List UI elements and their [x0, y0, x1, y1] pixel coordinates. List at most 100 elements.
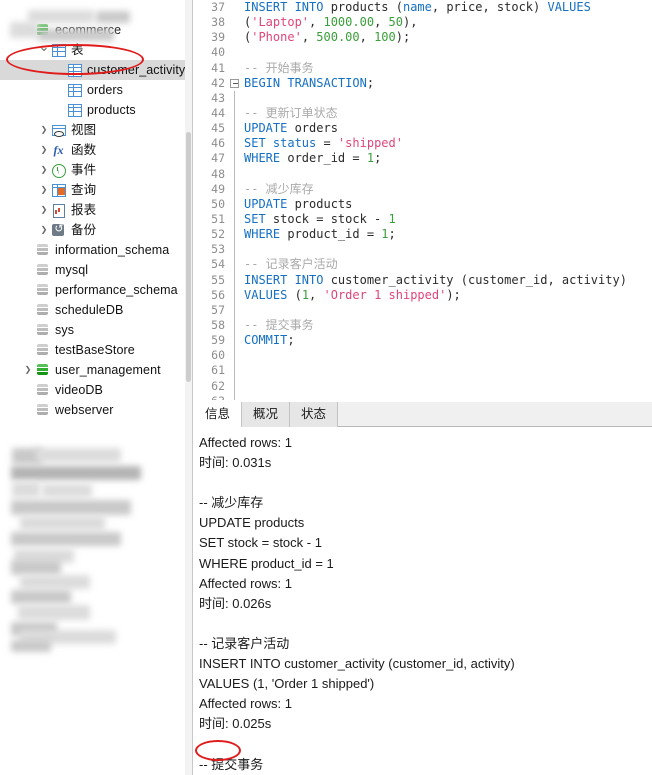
code-line[interactable]: 52 WHERE product_id = 1; [194, 227, 652, 243]
chevron-right-icon[interactable] [38, 200, 50, 220]
code-line[interactable]: 45 UPDATE orders [194, 121, 652, 137]
fold-column[interactable] [230, 287, 240, 303]
tree-scrollbar-thumb[interactable] [186, 132, 191, 382]
fold-column[interactable] [230, 227, 240, 243]
db-gray-icon [34, 242, 51, 258]
code-line[interactable]: 53 [194, 242, 652, 258]
tree-item-reports-folder[interactable]: 报表 [0, 200, 185, 220]
code-line[interactable]: 43 [194, 90, 652, 106]
fold-column[interactable] [230, 211, 240, 228]
chevron-right-icon[interactable] [38, 120, 50, 140]
code-line[interactable]: 63 [194, 393, 652, 400]
code-line[interactable]: 46 SET status = 'shipped' [194, 136, 652, 152]
fold-column[interactable] [230, 317, 240, 334]
code-line[interactable]: 61 [194, 363, 652, 379]
code-line[interactable]: 59 COMMIT; [194, 333, 652, 349]
line-number: 50 [211, 196, 225, 211]
line-number: 51 [211, 211, 225, 226]
fold-column[interactable] [230, 45, 240, 60]
fold-column[interactable] [230, 0, 240, 15]
code-line[interactable]: 56 VALUES (1, 'Order 1 shipped'); [194, 287, 652, 303]
fold-column[interactable] [230, 151, 240, 167]
code-line[interactable]: 51 SET stock = stock - 1 [194, 211, 652, 228]
navicat-window: ecommerce表customer_activityordersproduct… [0, 0, 652, 775]
code-line[interactable]: 49 -- 减少库存 [194, 181, 652, 197]
sql-editor[interactable]: 37 INSERT INTO products (name, price, sto… [194, 0, 652, 400]
code-line[interactable]: 48 [194, 166, 652, 182]
tab-info[interactable]: 信息 [194, 402, 243, 428]
tree-item-functions-folder[interactable]: fx 函数 [0, 140, 185, 160]
fold-column[interactable] [230, 90, 240, 106]
tree-item-db-videodb[interactable]: videoDB [0, 380, 185, 400]
code-line[interactable]: 42 BEGIN TRANSACTION; [194, 76, 652, 91]
tree-item-queries-folder[interactable]: 查询 [0, 180, 185, 200]
tree-scrollbar[interactable] [185, 0, 192, 775]
chevron-right-icon[interactable] [38, 220, 50, 240]
fold-column[interactable] [230, 121, 240, 137]
tree-item-db-information-schema[interactable]: information_schema [0, 240, 185, 260]
fold-column[interactable] [230, 363, 240, 379]
fold-column[interactable] [230, 242, 240, 258]
tree-item-db-webserver[interactable]: webserver [0, 400, 185, 420]
chevron-right-icon[interactable] [38, 160, 50, 180]
code-line[interactable]: 40 [194, 45, 652, 60]
chevron-right-icon[interactable] [38, 180, 50, 200]
redacted-host-label [38, 29, 114, 41]
code-line[interactable]: 58 -- 提交事务 [194, 317, 652, 334]
fold-column[interactable] [230, 136, 240, 152]
tree-item-db-sys[interactable]: sys [0, 320, 185, 340]
code-line[interactable]: 54 -- 记录客户活动 [194, 257, 652, 273]
code-line[interactable]: 37 INSERT INTO products (name, price, sto… [194, 0, 652, 15]
code-line[interactable]: 57 [194, 302, 652, 318]
fold-column[interactable] [230, 378, 240, 394]
chevron-right-icon[interactable] [22, 360, 34, 380]
tree-item-db-mysql[interactable]: mysql [0, 260, 185, 280]
result-tab-strip[interactable]: 信息 概况 状态 [194, 402, 652, 428]
code-line[interactable]: 47 WHERE order_id = 1; [194, 151, 652, 167]
fold-column[interactable] [230, 181, 240, 197]
tree-item-tables-folder[interactable]: 表 [0, 40, 185, 60]
line-number: 63 [194, 394, 228, 400]
chevron-down-icon[interactable] [38, 40, 50, 60]
fold-column[interactable] [230, 76, 240, 91]
fold-column[interactable] [230, 348, 240, 364]
tree-item-db-performance-schema[interactable]: performance_schema [0, 280, 185, 300]
chevron-right-icon[interactable] [38, 140, 50, 160]
code-text: SET status = 'shipped' [244, 136, 403, 151]
tab-status[interactable]: 状态 [290, 402, 339, 427]
fold-collapse-icon[interactable] [230, 78, 239, 88]
fold-column[interactable] [230, 393, 240, 400]
code-line[interactable]: 50 UPDATE products [194, 196, 652, 212]
database-tree[interactable]: ecommerce表customer_activityordersproduct… [0, 0, 185, 775]
fold-column[interactable] [230, 30, 240, 45]
tree-item-label: customer_activity [87, 63, 186, 77]
fold-column[interactable] [230, 15, 240, 30]
code-line[interactable]: 62 [194, 378, 652, 394]
tree-item-events-folder[interactable]: 事件 [0, 160, 185, 180]
tree-item-table-customer-activity[interactable]: customer_activity [0, 60, 185, 80]
tree-item-views-folder[interactable]: 视图 [0, 120, 185, 140]
tree-item-db-testbasestore[interactable]: testBaseStore [0, 340, 185, 360]
database-tree-panel: ecommerce表customer_activityordersproduct… [0, 0, 193, 775]
fold-column[interactable] [230, 166, 240, 182]
fold-column[interactable] [230, 105, 240, 122]
fold-column[interactable] [230, 257, 240, 273]
result-info-pane[interactable]: Affected rows: 1 时间: 0.031s -- 减少库存 UPDATE … [194, 427, 652, 775]
fold-column[interactable] [230, 302, 240, 318]
tree-item-db-scheduledb[interactable]: scheduleDB [0, 300, 185, 320]
tree-item-backups-folder[interactable]: 备份 [0, 220, 185, 240]
code-line[interactable]: 55 INSERT INTO customer_activity (custome… [194, 272, 652, 288]
tree-item-db-user-management[interactable]: user_management [0, 360, 185, 380]
tree-item-table-orders[interactable]: orders [0, 80, 185, 100]
code-line[interactable]: 41 -- 开始事务 [194, 61, 652, 76]
code-line[interactable]: 38 ('Laptop', 1000.00, 50), [194, 15, 652, 30]
tree-item-table-products[interactable]: products [0, 100, 185, 120]
fold-column[interactable] [230, 61, 240, 76]
fold-column[interactable] [230, 196, 240, 212]
tab-profile[interactable]: 概况 [242, 402, 291, 427]
fold-column[interactable] [230, 333, 240, 349]
fold-column[interactable] [230, 272, 240, 288]
code-line[interactable]: 60 [194, 348, 652, 364]
code-line[interactable]: 44 -- 更新订单状态 [194, 105, 652, 122]
code-line[interactable]: 39 ('Phone', 500.00, 100); [194, 30, 652, 45]
